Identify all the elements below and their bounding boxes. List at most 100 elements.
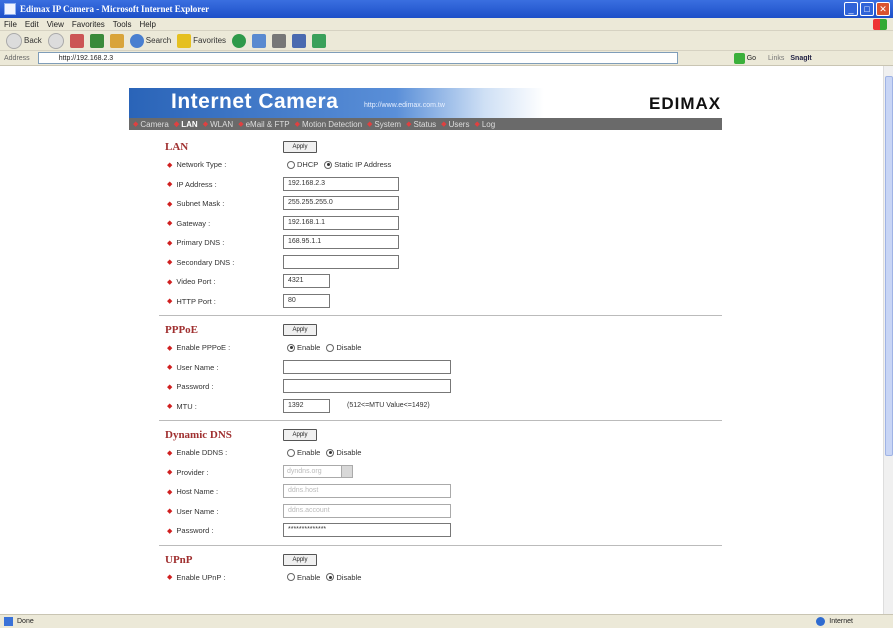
lan-title: LAN xyxy=(165,141,189,153)
network-type-label: Network Type : xyxy=(176,160,227,169)
pppoe-section: PPPoE Apply ◆ Enable PPPoE : Enable Disab… xyxy=(129,318,722,421)
provider-value: dyndns.org xyxy=(287,467,322,475)
home-icon[interactable] xyxy=(109,33,124,48)
menu-file[interactable]: File xyxy=(4,20,17,29)
ddns-disable-radio[interactable]: Disable xyxy=(326,448,361,457)
star-icon xyxy=(177,33,192,48)
enable-upnp-label: Enable UPnP : xyxy=(176,572,226,582)
maximize-button[interactable]: □ xyxy=(860,2,874,16)
provider-select[interactable]: dyndns.org xyxy=(283,464,353,478)
mtu-input[interactable]: 1392 xyxy=(283,398,330,413)
go-arrow-icon xyxy=(733,52,745,64)
nav-motion-detection[interactable]: ◆ Motion Detection xyxy=(295,120,362,129)
go-button[interactable]: Go xyxy=(733,52,757,64)
status-text: Done xyxy=(17,618,34,625)
nav-system[interactable]: ◆ System xyxy=(367,120,401,129)
menu-help[interactable]: Help xyxy=(139,20,155,29)
favorites-label: Favorites xyxy=(193,36,227,45)
menu-edit[interactable]: Edit xyxy=(25,20,39,29)
links-button[interactable]: Links xyxy=(768,55,784,62)
banner-url: http://www.edimax.com.tw xyxy=(364,102,445,109)
ddns-username-input[interactable]: ddns.account xyxy=(283,503,451,518)
ddns-hostname-input[interactable]: ddns.host xyxy=(283,484,451,498)
pppoe-title: PPPoE xyxy=(165,324,198,336)
upnp-disable-radio[interactable]: Disable xyxy=(326,573,361,582)
secondary-dns-input[interactable] xyxy=(283,254,399,269)
subnet-mask-input[interactable]: 255.255.255.0 xyxy=(283,196,399,210)
gateway-input[interactable]: 192.168.1.1 xyxy=(283,215,399,230)
mail-icon[interactable] xyxy=(252,33,267,48)
snagit-button[interactable]: SnagIt xyxy=(790,55,811,62)
dhcp-radio[interactable]: DHCP xyxy=(287,160,318,169)
window-title: Edimax IP Camera - Microsoft Internet Ex… xyxy=(20,4,210,14)
primary-dns-input[interactable]: 168.95.1.1 xyxy=(283,235,399,249)
windows-logo-icon xyxy=(873,19,887,30)
nav-log[interactable]: ◆ Log xyxy=(474,120,495,129)
favorites-button[interactable]: Favorites xyxy=(177,33,227,48)
main-nav: ◆ Camera ◆ LAN ◆ WLAN ◆ eMail & FTP ◆ Motion … xyxy=(129,118,722,130)
pppoe-apply-button[interactable]: Apply xyxy=(283,324,317,336)
static-ip-radio[interactable]: Static IP Address xyxy=(324,160,391,169)
media-icon[interactable] xyxy=(232,33,247,48)
video-port-input[interactable]: 4321 xyxy=(283,274,330,288)
search-label: Search xyxy=(145,36,172,45)
menu-favorites[interactable]: Favorites xyxy=(72,20,105,29)
nav-email-ftp[interactable]: ◆ eMail & FTP xyxy=(238,120,289,129)
go-label: Go xyxy=(746,54,757,62)
pppoe-enable-radio[interactable]: Enable xyxy=(287,343,320,352)
menu-bar: File Edit View Favorites Tools Help xyxy=(0,18,893,31)
menu-tools[interactable]: Tools xyxy=(113,20,132,29)
address-input[interactable]: http://192.168.2.3 xyxy=(37,52,678,64)
refresh-icon[interactable] xyxy=(89,33,104,48)
provider-label: Provider : xyxy=(176,467,209,477)
search-button[interactable]: Search xyxy=(129,33,172,48)
pppoe-password-label: Password : xyxy=(176,382,214,391)
address-bar: Address http://192.168.2.3 Go Links Snag… xyxy=(0,51,893,66)
nav-status[interactable]: ◆ Status xyxy=(406,120,436,129)
banner-title: Internet Camera xyxy=(171,90,339,113)
camera-banner: Internet Camera http://www.edimax.com.tw… xyxy=(129,88,722,118)
section-divider xyxy=(159,315,722,316)
nav-wlan[interactable]: ◆ WLAN xyxy=(203,120,234,129)
mtu-label: MTU : xyxy=(176,401,197,411)
ddns-password-input[interactable]: ************** xyxy=(283,523,451,537)
ip-address-input[interactable]: 192.168.2.3 xyxy=(283,176,399,191)
pppoe-disable-radio[interactable]: Disable xyxy=(326,343,361,352)
page-icon xyxy=(4,617,13,626)
edimax-logo: EDIMAX xyxy=(649,94,722,113)
section-divider xyxy=(159,544,722,546)
forward-button[interactable] xyxy=(47,32,64,49)
status-bar: Done Internet xyxy=(0,614,893,628)
nav-camera[interactable]: ◆ Camera xyxy=(133,120,169,129)
ddns-enable-radio[interactable]: Enable xyxy=(287,448,320,457)
back-button[interactable]: Back xyxy=(6,32,42,49)
lan-section: LAN Apply ◆ Network Type : DHCP Static IP… xyxy=(129,135,722,316)
address-label: Address xyxy=(4,54,30,62)
vertical-scrollbar[interactable] xyxy=(883,66,893,614)
toolbar: Back Search Favorites xyxy=(0,31,893,51)
pppoe-username-input[interactable] xyxy=(283,359,451,374)
upnp-enable-radio[interactable]: Enable xyxy=(287,573,320,582)
stop-icon[interactable] xyxy=(69,33,84,48)
edit-icon[interactable] xyxy=(292,33,307,48)
section-divider xyxy=(159,420,722,421)
scroll-thumb[interactable] xyxy=(885,76,893,456)
nav-lan[interactable]: ◆ LAN xyxy=(174,120,198,129)
menu-view[interactable]: View xyxy=(47,20,64,29)
ddns-apply-button[interactable]: Apply xyxy=(283,429,317,441)
close-button[interactable]: ✕ xyxy=(876,2,890,16)
nav-users[interactable]: ◆ Users xyxy=(441,120,469,129)
ie-icon xyxy=(4,3,16,15)
lan-apply-button[interactable]: Apply xyxy=(283,141,317,153)
messenger-icon[interactable] xyxy=(312,33,327,48)
http-port-input[interactable]: 80 xyxy=(283,293,330,308)
pppoe-password-input[interactable] xyxy=(283,379,451,393)
print-icon[interactable] xyxy=(272,33,287,48)
ddns-hostname-label: Host Name : xyxy=(176,487,219,496)
upnp-apply-button[interactable]: Apply xyxy=(283,553,317,566)
gateway-label: Gateway : xyxy=(176,218,211,228)
minimize-button[interactable]: _ xyxy=(844,2,858,16)
http-port-label: HTTP Port : xyxy=(176,296,216,306)
back-arrow-icon xyxy=(6,32,22,49)
internet-zone-icon xyxy=(816,617,826,626)
